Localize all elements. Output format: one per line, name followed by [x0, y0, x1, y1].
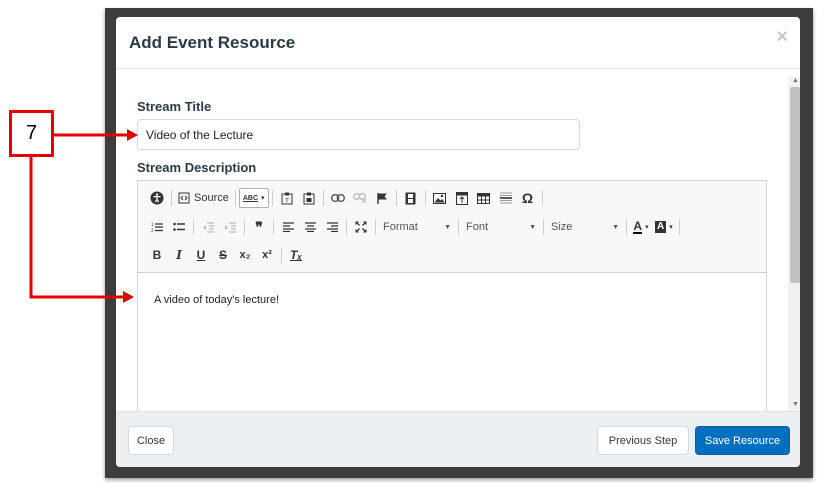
- callout-arrows: [29, 129, 138, 303]
- screenshot-stage: n K r( s ( L re Add Event Resource × Str…: [0, 0, 825, 489]
- arrow-to-title-icon: [54, 129, 138, 141]
- arrow-to-description-icon: [29, 157, 134, 303]
